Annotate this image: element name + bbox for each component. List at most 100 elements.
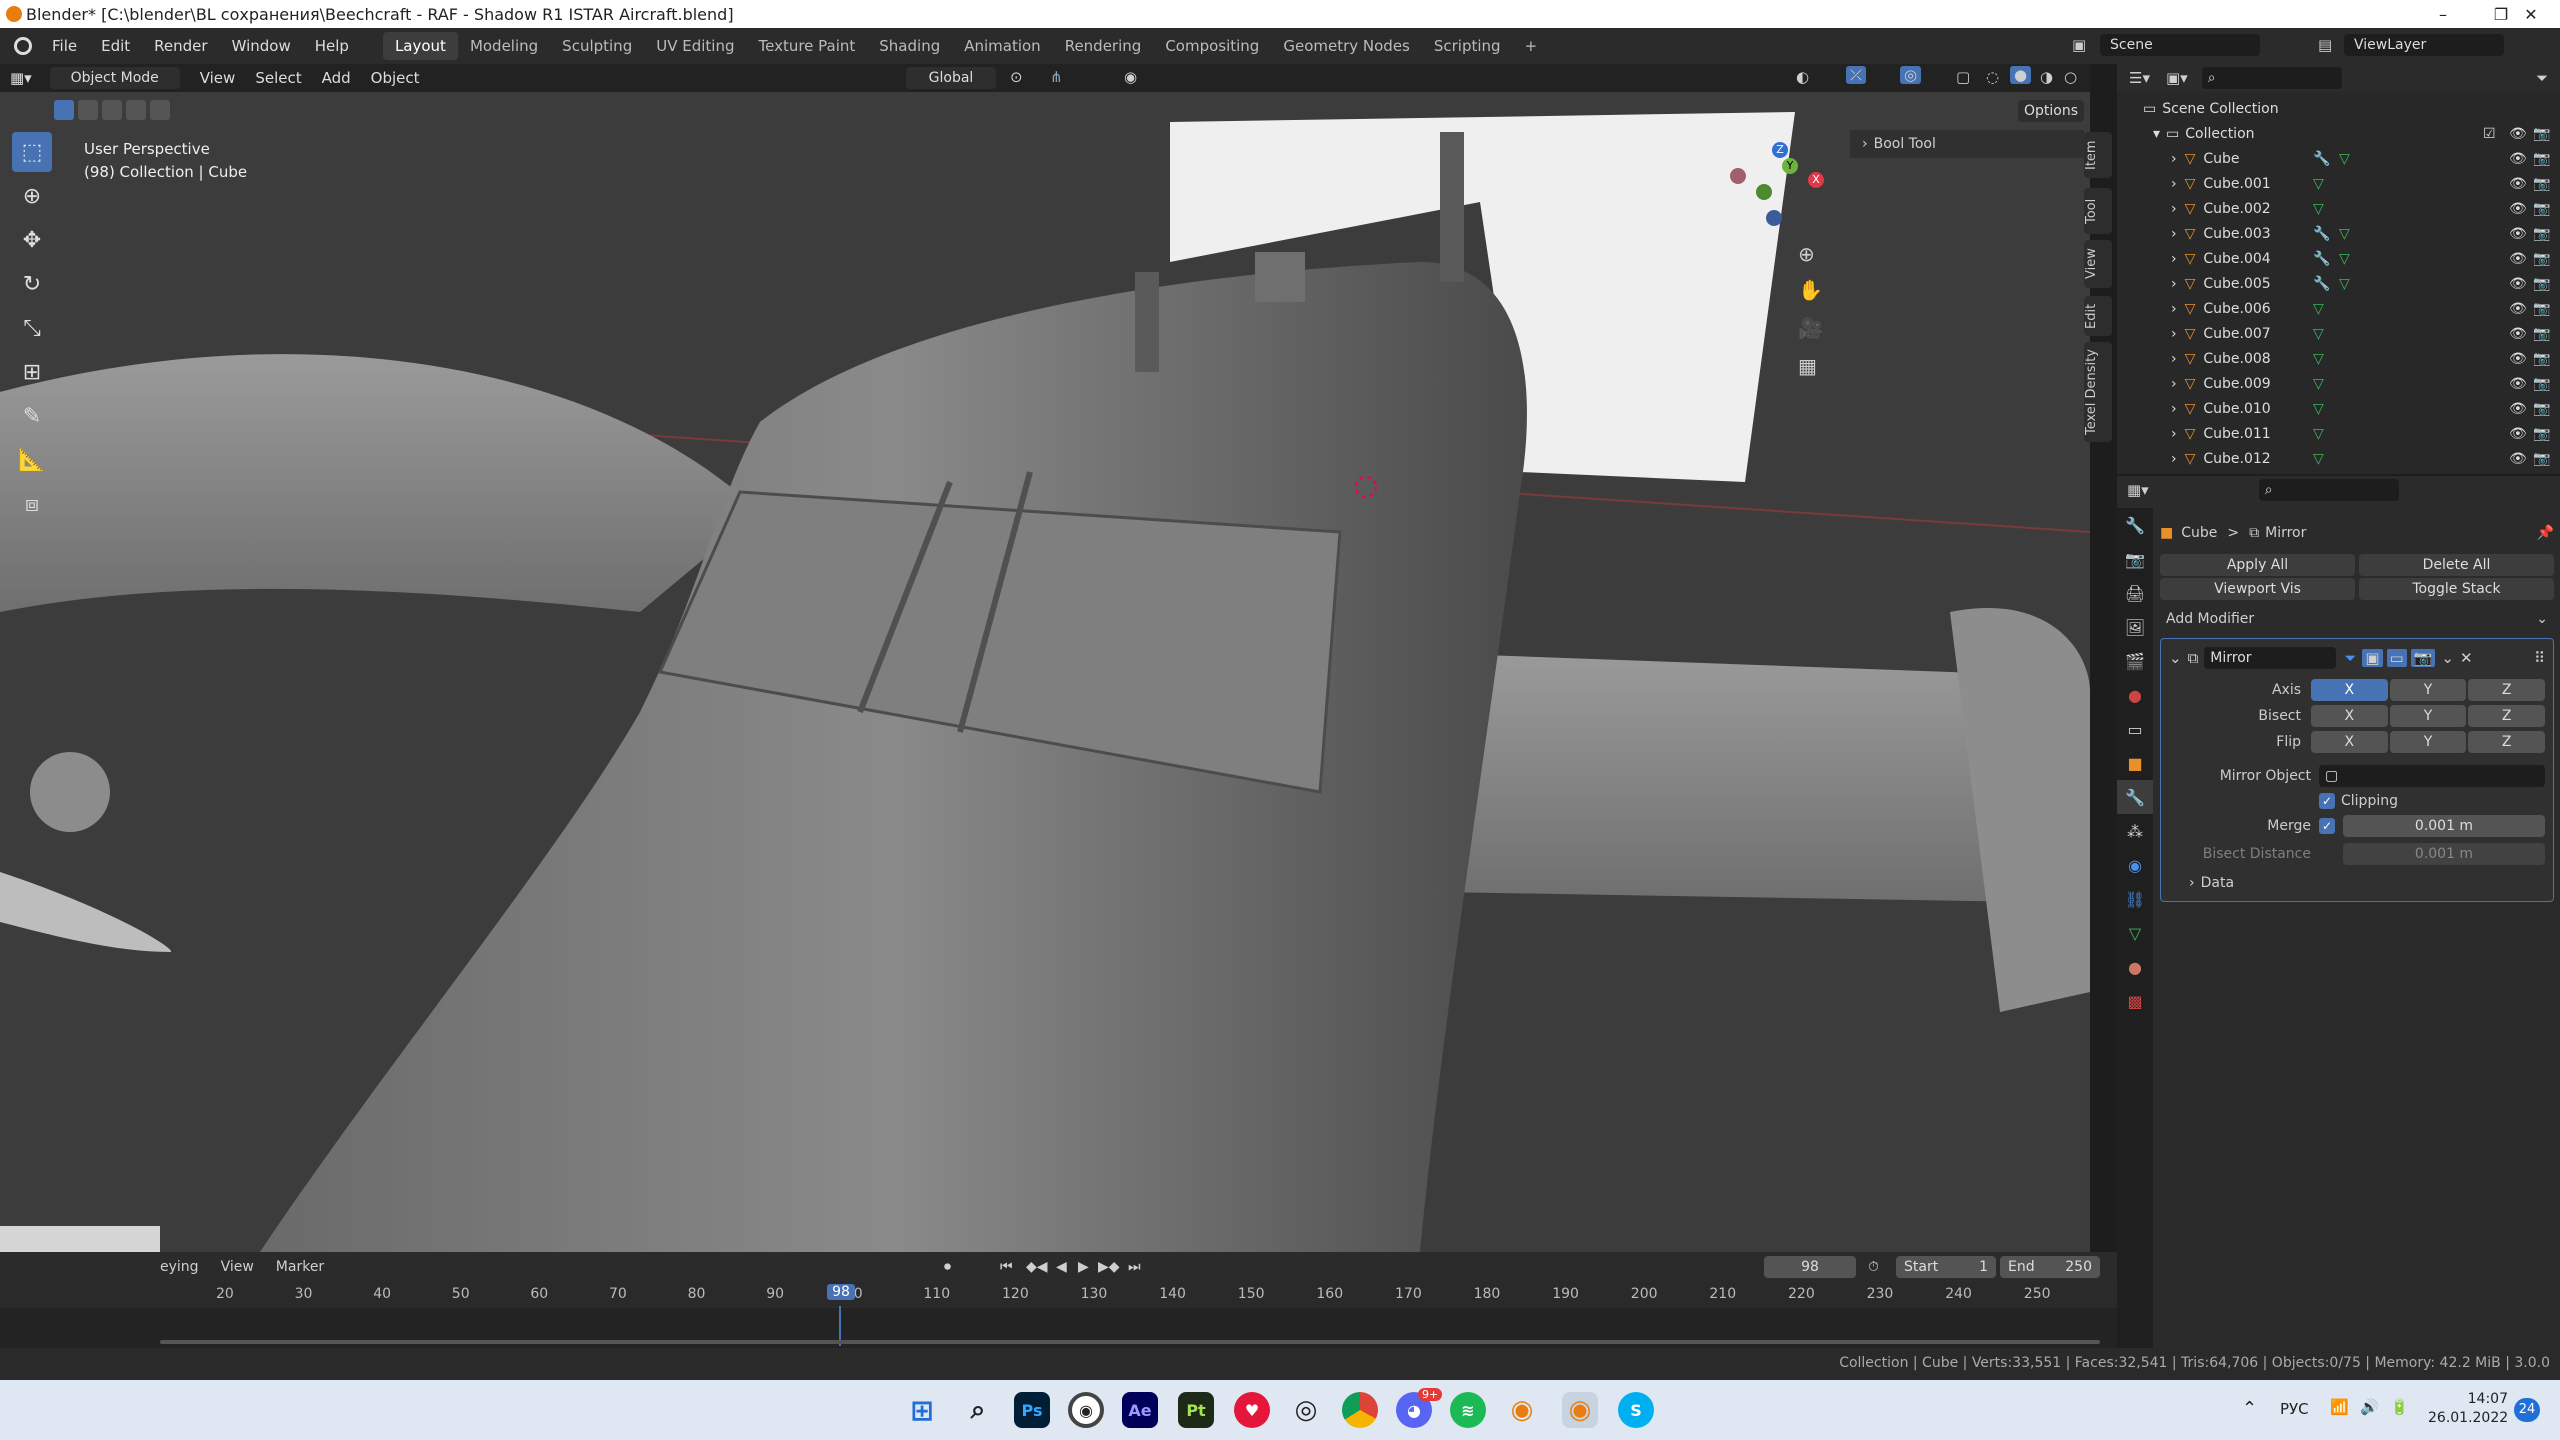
outliner-editor-icon[interactable]: ☰▾ bbox=[2129, 69, 2150, 87]
tab-sculpting[interactable]: Sculpting bbox=[550, 32, 644, 60]
render-toggle-icon[interactable]: 📷 bbox=[2410, 649, 2436, 667]
camera-icon[interactable]: 📷 bbox=[2533, 351, 2550, 367]
add-cube-icon[interactable]: ⧈ bbox=[12, 484, 52, 524]
dropdown-icon[interactable]: ⌄ bbox=[2441, 649, 2454, 667]
skype-icon[interactable]: S bbox=[1618, 1392, 1654, 1428]
flip-y-toggle[interactable]: Y bbox=[2389, 731, 2467, 753]
camera-icon[interactable]: 🎥 bbox=[1798, 316, 1823, 340]
modifier-name-input[interactable]: Mirror bbox=[2204, 647, 2337, 669]
axis-y-toggle[interactable]: Y bbox=[2389, 679, 2467, 701]
menu-window[interactable]: Window bbox=[220, 37, 303, 55]
tab-scripting[interactable]: Scripting bbox=[1422, 32, 1513, 60]
camera-icon[interactable]: 📷 bbox=[2533, 426, 2550, 442]
wifi-icon[interactable]: 📶 bbox=[2330, 1398, 2349, 1416]
menu-help[interactable]: Help bbox=[303, 37, 361, 55]
tab-modeling[interactable]: Modeling bbox=[458, 32, 550, 60]
start-frame-field[interactable]: Start 1 bbox=[1896, 1256, 1996, 1278]
drag-handle-icon[interactable]: ⠿ bbox=[2534, 649, 2545, 667]
tab-edit[interactable]: Edit bbox=[2084, 296, 2112, 336]
outliner-object-row[interactable]: › ▽ Cube.001 ▽ 👁 📷 bbox=[2117, 171, 2560, 196]
object-props-icon[interactable]: ■ bbox=[2117, 746, 2153, 780]
camera-icon[interactable]: 📷 bbox=[2533, 151, 2550, 167]
tab-uv-editing[interactable]: UV Editing bbox=[644, 32, 746, 60]
tab-rendering[interactable]: Rendering bbox=[1053, 32, 1154, 60]
timeline[interactable]: eying View Marker ⏺ ⏮ ◆◀ ◀ ▶ ▶◆ ⏭ 98 ⏱ S… bbox=[0, 1252, 2117, 1380]
physics-props-icon[interactable]: ◉ bbox=[2117, 848, 2153, 882]
toggle-stack-button[interactable]: Toggle Stack bbox=[2359, 578, 2554, 600]
bisect-distance-input[interactable]: 0.001 m bbox=[2343, 843, 2545, 865]
tab-tool[interactable]: Tool bbox=[2084, 188, 2112, 234]
chevron-right-icon[interactable]: › bbox=[2171, 226, 2177, 242]
snap-icon[interactable]: ⋔ bbox=[1050, 68, 1063, 86]
gizmo-neg-z[interactable] bbox=[1766, 210, 1782, 226]
move-icon[interactable]: ✥ bbox=[12, 220, 52, 260]
eye-icon[interactable]: 👁 bbox=[2509, 376, 2527, 392]
camera-icon[interactable]: 📷 bbox=[2533, 451, 2550, 467]
scale-icon[interactable]: ⤡ bbox=[12, 308, 52, 348]
axis-z-toggle[interactable]: Z bbox=[2468, 679, 2545, 701]
eye-icon[interactable]: 👁 bbox=[2509, 401, 2527, 417]
outliner-object-row[interactable]: › ▽ Cube.010 ▽ 👁 📷 bbox=[2117, 396, 2560, 421]
navigation-gizmo[interactable]: Z Y X bbox=[1730, 142, 1830, 242]
blender-menu-icon[interactable] bbox=[14, 37, 32, 55]
playhead[interactable]: 98 bbox=[827, 1284, 855, 1300]
collection-eye-icon[interactable]: 👁 bbox=[2509, 126, 2527, 142]
camera-icon[interactable]: 📷 bbox=[2533, 301, 2550, 317]
gizmo-y-axis[interactable]: Y bbox=[1782, 158, 1798, 174]
tab-item[interactable]: Item bbox=[2084, 132, 2112, 178]
volume-icon[interactable]: 🔊 bbox=[2360, 1398, 2379, 1416]
select-mode-icons[interactable] bbox=[54, 100, 174, 122]
merge-distance-input[interactable]: 0.001 m bbox=[2343, 815, 2545, 837]
tab-animation[interactable]: Animation bbox=[952, 32, 1052, 60]
blender-icon[interactable]: ◉ bbox=[1504, 1392, 1540, 1428]
pin-icon[interactable]: 📌 bbox=[2537, 525, 2554, 541]
orientation-selector[interactable]: Global bbox=[906, 67, 996, 89]
properties-editor-icon[interactable]: ▦▾ bbox=[2127, 481, 2149, 499]
clock-icon[interactable]: ⏱ bbox=[1868, 1259, 1879, 1275]
properties-search-input[interactable]: ⌕ bbox=[2258, 479, 2399, 501]
measure-icon[interactable]: 📐 bbox=[12, 440, 52, 480]
timeline-scrollbar[interactable] bbox=[160, 1340, 2100, 1344]
chevron-right-icon[interactable]: › bbox=[2171, 351, 2177, 367]
grid-view-icon[interactable]: ▦ bbox=[1798, 354, 1817, 378]
bisect-x-toggle[interactable]: X bbox=[2311, 705, 2388, 727]
outliner-scene-collection[interactable]: ▭ Scene Collection bbox=[2117, 96, 2560, 121]
flip-x-toggle[interactable]: X bbox=[2311, 731, 2388, 753]
menu-render[interactable]: Render bbox=[142, 37, 219, 55]
gizmo-z-axis[interactable]: Z bbox=[1772, 142, 1788, 158]
viewport-toggle-icon[interactable]: ▭ bbox=[2386, 649, 2407, 667]
menu-marker[interactable]: Marker bbox=[276, 1259, 324, 1275]
outliner-object-row[interactable]: › ▽ Cube.004 🔧 ▽ 👁 📷 bbox=[2117, 246, 2560, 271]
options-button[interactable]: Options bbox=[2018, 100, 2084, 122]
remove-modifier-icon[interactable]: ✕ bbox=[2460, 649, 2473, 667]
bisect-y-toggle[interactable]: Y bbox=[2389, 705, 2467, 727]
outliner-object-row[interactable]: › ▽ Cube.002 ▽ 👁 📷 bbox=[2117, 196, 2560, 221]
tab-layout[interactable]: Layout bbox=[382, 32, 458, 60]
gizmo-neg-y[interactable] bbox=[1756, 184, 1772, 200]
end-frame-field[interactable]: End 250 bbox=[2000, 1256, 2100, 1278]
clock[interactable]: 14:07 26.01.2022 bbox=[2428, 1390, 2508, 1428]
zoom-icon[interactable]: ⊕ bbox=[1798, 242, 1815, 266]
constraints-props-icon[interactable]: ⛓ bbox=[2117, 882, 2153, 916]
tab-view[interactable]: View bbox=[2084, 240, 2112, 288]
eye-icon[interactable]: 👁 bbox=[2509, 301, 2527, 317]
shading-wireframe-icon[interactable]: ◌ bbox=[1986, 68, 1999, 86]
gizmo-toggle-icon[interactable]: ⤫ bbox=[1846, 66, 1867, 84]
menu-edit[interactable]: Edit bbox=[89, 37, 142, 55]
menu-keying[interactable]: eying bbox=[160, 1259, 199, 1275]
chevron-right-icon[interactable]: › bbox=[2189, 875, 2195, 891]
annotate-icon[interactable]: ✎ bbox=[12, 396, 52, 436]
bisect-z-toggle[interactable]: Z bbox=[2468, 705, 2545, 727]
chevron-right-icon[interactable]: › bbox=[2171, 151, 2177, 167]
collapse-chevron-icon[interactable]: ⌄ bbox=[2169, 649, 2182, 667]
chevron-right-icon[interactable]: › bbox=[2171, 401, 2177, 417]
output-props-icon[interactable]: 🖨 bbox=[2117, 576, 2153, 610]
rotate-icon[interactable]: ↻ bbox=[12, 264, 52, 304]
chevron-right-icon[interactable]: › bbox=[2171, 301, 2177, 317]
next-keyframe-icon[interactable]: ▶◆ bbox=[1098, 1259, 1120, 1275]
tab-geometry-nodes[interactable]: Geometry Nodes bbox=[1271, 32, 1422, 60]
pivot-icon[interactable]: ⊙ bbox=[1010, 68, 1023, 86]
render-props-icon[interactable]: 📷 bbox=[2117, 542, 2153, 576]
chevron-right-icon[interactable]: › bbox=[2171, 376, 2177, 392]
cage-toggle-icon[interactable]: ▣ bbox=[2362, 649, 2383, 667]
